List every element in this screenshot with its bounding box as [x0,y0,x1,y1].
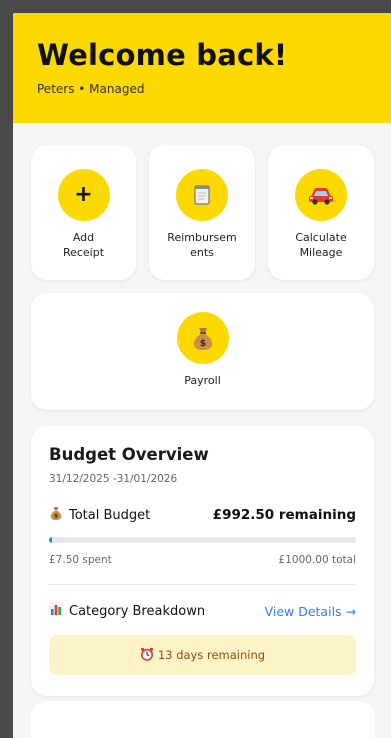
app-screen: Welcome back! Peters • Managed + Add Rec… [13,13,391,738]
alarm-clock-icon [140,647,154,664]
budget-overview-card: Budget Overview 31/12/2025 -31/01/2026 $… [31,426,374,696]
money-bag-icon: $ [176,312,229,364]
budget-remaining: £992.50 remaining [212,507,356,523]
category-breakdown-label: Category Breakdown [69,603,206,619]
days-remaining-notice: 13 days remaining [49,635,356,675]
spent-total-row: £7.50 spent £1000.00 total [49,554,356,566]
payroll-label: Payroll [184,374,221,387]
category-breakdown-row: Category Breakdown View Details → [49,602,356,620]
plus-icon: + [57,169,110,221]
add-receipt-label: Add Receipt [62,231,105,259]
reimbursements-label: Reimbursements [167,231,237,259]
total-budget-label: Total Budget [69,507,151,523]
view-details-link[interactable]: View Details → [265,604,356,619]
budget-date-range: 31/12/2025 -31/01/2026 [49,473,178,485]
page-title: Welcome back! [37,38,288,72]
calculate-mileage-button[interactable]: Calculate Mileage [268,145,374,280]
reimbursements-button[interactable]: Reimbursements [149,145,255,280]
calculate-mileage-label: Calculate Mileage [295,231,347,259]
budget-progress-bar [49,537,356,543]
notepad-icon [176,169,228,221]
budget-total: £1000.00 total [278,554,356,566]
days-remaining-text: 13 days remaining [157,648,266,662]
budget-title: Budget Overview [49,445,209,464]
payroll-button[interactable]: $ Payroll [31,293,374,410]
welcome-header: Welcome back! Peters • Managed [13,13,391,123]
budget-progress-fill [49,537,53,543]
add-receipt-button[interactable]: + Add Receipt [31,145,136,280]
divider [49,584,356,585]
car-icon [295,169,347,221]
svg-text:$: $ [54,514,58,520]
svg-text:$: $ [199,339,205,349]
budget-spent: £7.50 spent [49,554,112,566]
user-subtitle: Peters • Managed [37,82,145,96]
next-section-card [31,701,375,738]
money-bag-icon: $ [49,505,63,525]
bar-chart-icon [49,602,63,620]
total-budget-row: $ Total Budget £992.50 remaining [49,505,356,525]
